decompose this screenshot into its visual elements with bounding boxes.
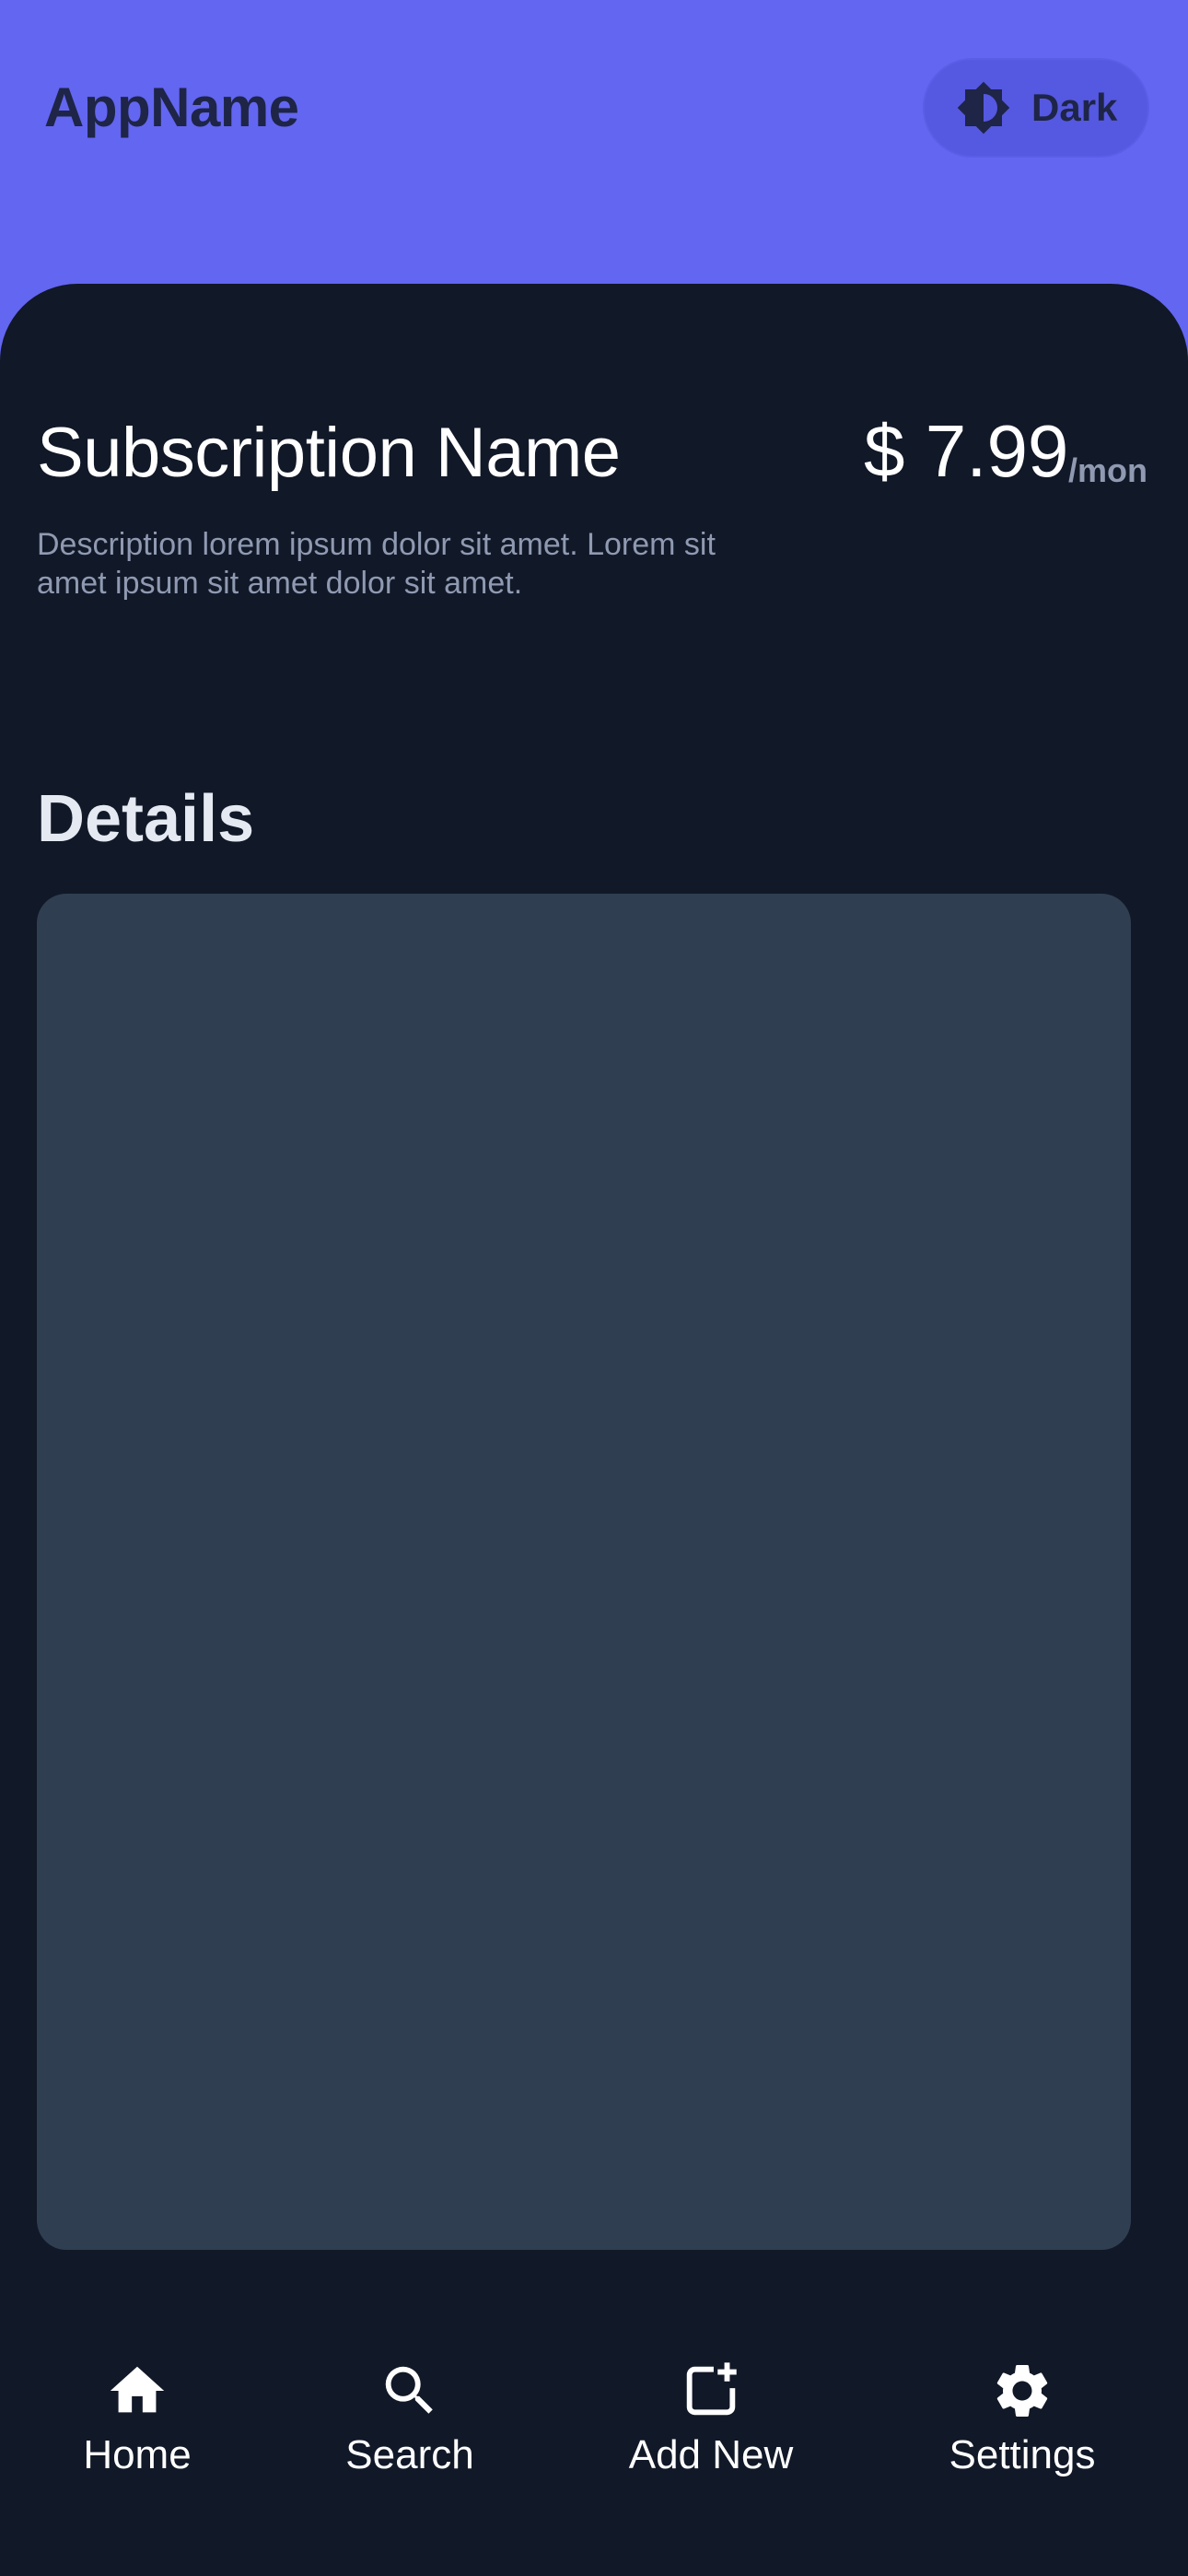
- details-card: [37, 894, 1131, 2250]
- nav-label-home: Home: [83, 2432, 192, 2477]
- subscription-period: /mon: [1068, 451, 1147, 489]
- theme-toggle-button[interactable]: Dark: [923, 58, 1149, 158]
- subscription-description: Description lorem ipsum dolor sit amet. …: [37, 527, 716, 601]
- app-name: AppName: [44, 76, 299, 138]
- app-header: AppName Dark: [0, 0, 1188, 286]
- subscription-price: $ 7.99: [864, 410, 1069, 492]
- add-box-icon: [686, 2362, 737, 2416]
- theme-toggle-label: Dark: [1031, 86, 1118, 129]
- bottom-navigation: Home Search Add New Settings: [0, 2359, 1188, 2576]
- search-icon: [385, 2366, 433, 2414]
- subscription-name: Subscription Name: [37, 414, 621, 492]
- home-icon: [110, 2366, 165, 2413]
- nav-label-settings: Settings: [949, 2432, 1096, 2477]
- brightness-contrast-icon: [957, 81, 1010, 135]
- nav-item-settings[interactable]: Settings: [939, 2359, 1105, 2478]
- nav-item-home[interactable]: Home: [77, 2359, 197, 2478]
- gear-icon: [996, 2365, 1048, 2417]
- nav-item-add-new[interactable]: Add New: [619, 2359, 803, 2478]
- details-heading: Details: [37, 782, 255, 856]
- nav-item-search[interactable]: Search: [341, 2359, 479, 2478]
- nav-label-search: Search: [345, 2432, 474, 2477]
- main-content: Subscription Name $ 7.99 /mon Descriptio…: [0, 284, 1188, 2576]
- nav-label-add-new: Add New: [628, 2432, 794, 2477]
